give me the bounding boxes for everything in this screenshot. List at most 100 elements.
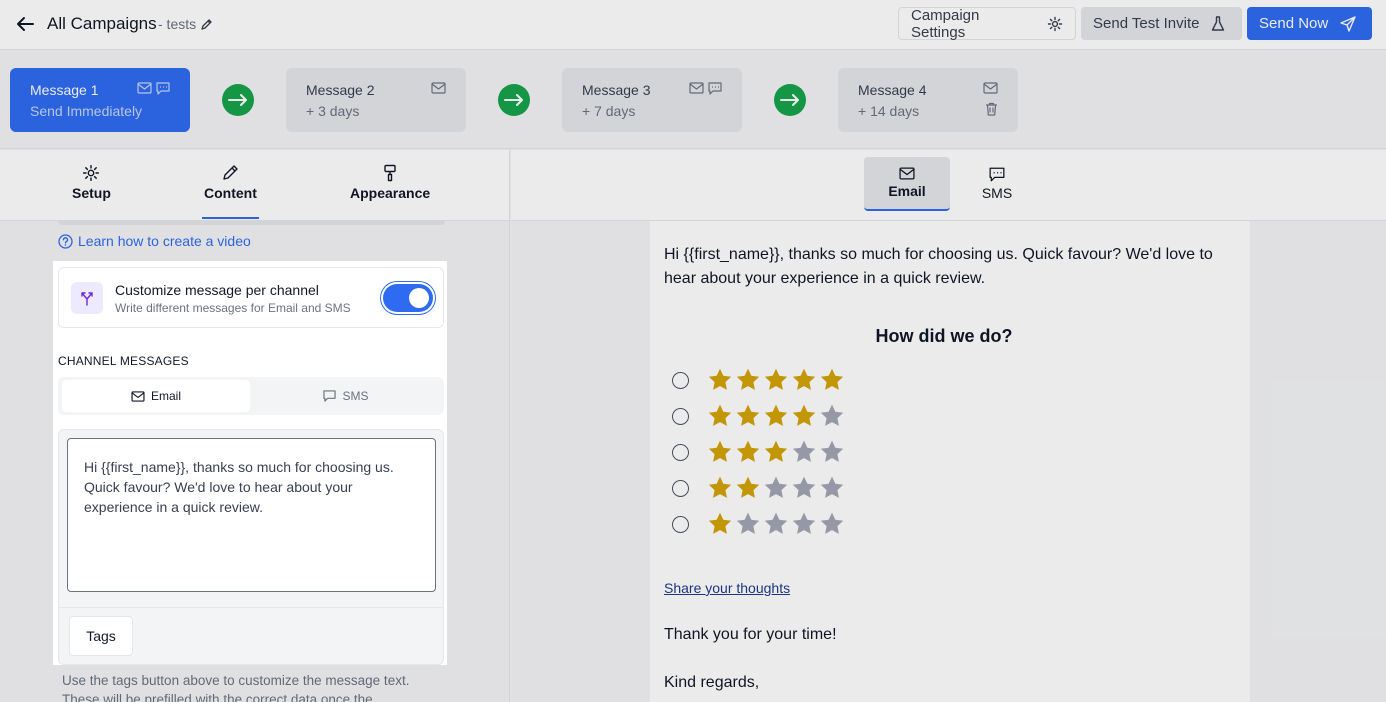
- trash-icon[interactable]: [985, 102, 998, 116]
- rating-option-5[interactable]: [672, 368, 845, 392]
- message-card-2[interactable]: Message 2 + 3 days: [286, 68, 466, 132]
- star-icon: [820, 404, 844, 426]
- star-icon: [708, 476, 732, 498]
- message-card-3[interactable]: Message 3 + 7 days: [562, 68, 742, 132]
- star-icon: [708, 440, 732, 462]
- rating-radio[interactable]: [672, 515, 689, 533]
- star-group: [707, 403, 845, 429]
- star-icon: [764, 476, 788, 498]
- preview-intro-text: Hi {{first_name}}, thanks so much for ch…: [664, 246, 1213, 287]
- star-icon: [764, 512, 788, 534]
- message-sequence: Message 1 Send Immediately Message 2 + 3…: [0, 51, 1386, 149]
- star-icon: [736, 476, 760, 498]
- customize-title: Customize message per channel: [115, 282, 319, 298]
- star-icon: [792, 440, 816, 462]
- star-icon: [792, 476, 816, 498]
- rating-radio[interactable]: [672, 443, 689, 461]
- message-card-1[interactable]: Message 1 Send Immediately: [10, 68, 190, 132]
- channel-tab-sms[interactable]: SMS: [252, 380, 440, 412]
- campaign-settings-button[interactable]: Campaign Settings: [898, 7, 1076, 41]
- preview-panel: Email SMS Hi {{first_name}}, thanks so m…: [511, 150, 1386, 702]
- pencil-icon[interactable]: [200, 18, 213, 31]
- tab-content[interactable]: Content: [202, 164, 259, 219]
- customize-per-channel-card: Customize message per channel Write diff…: [58, 267, 444, 328]
- customize-toggle[interactable]: [383, 284, 433, 312]
- star-icon: [708, 368, 732, 390]
- tags-button[interactable]: Tags: [69, 616, 133, 656]
- rating-option-2[interactable]: [672, 476, 845, 500]
- send-test-invite-button[interactable]: Send Test Invite: [1081, 7, 1242, 40]
- send-test-label: Send Test Invite: [1093, 15, 1200, 32]
- preview-thanks: Thank you for your time!: [664, 626, 837, 643]
- arrow-right-icon: [222, 84, 254, 116]
- star-icon: [736, 404, 760, 426]
- help-circle-icon: [58, 233, 73, 249]
- chat-icon: [323, 390, 337, 402]
- mail-icon: [131, 390, 145, 402]
- channel-switcher: Email SMS: [58, 377, 444, 415]
- channel-tab-sms-label: SMS: [342, 389, 369, 403]
- chat-icon: [708, 82, 722, 95]
- rating-radio[interactable]: [672, 371, 689, 389]
- mail-icon: [137, 82, 152, 95]
- send-now-label: Send Now: [1259, 15, 1329, 32]
- page-title[interactable]: All Campaigns: [47, 14, 157, 34]
- star-icon: [764, 404, 788, 426]
- star-icon: [708, 404, 732, 426]
- tab-content-label: Content: [204, 185, 257, 201]
- send-now-button[interactable]: Send Now: [1247, 7, 1372, 40]
- message-card-4[interactable]: Message 4 + 14 days: [838, 68, 1018, 132]
- star-icon: [736, 368, 760, 390]
- star-icon: [708, 512, 732, 534]
- mail-icon: [899, 167, 915, 180]
- preview-regards: Kind regards,: [664, 674, 760, 691]
- star-group: [707, 439, 845, 465]
- rating-radio[interactable]: [672, 407, 689, 425]
- tab-appearance[interactable]: Appearance: [350, 164, 430, 201]
- star-icon: [792, 512, 816, 534]
- rating-option-4[interactable]: [672, 404, 845, 428]
- gear-icon: [82, 164, 100, 182]
- preview-tab-sms-label: SMS: [981, 185, 1013, 201]
- star-icon: [792, 368, 816, 390]
- message-textarea[interactable]: Hi {{first_name}}, thanks so much for ch…: [67, 438, 436, 592]
- tags-help-text: Use the tags button above to customize t…: [62, 673, 410, 702]
- mail-icon: [689, 82, 704, 95]
- message-title: Message 2: [306, 82, 375, 98]
- star-icon: [736, 440, 760, 462]
- message-editor: Hi {{first_name}}, thanks so much for ch…: [58, 429, 444, 665]
- email-preview: Hi {{first_name}}, thanks so much for ch…: [650, 221, 1250, 702]
- share-thoughts-link[interactable]: Share your thoughts: [664, 580, 790, 596]
- channel-tab-email[interactable]: Email: [62, 380, 250, 412]
- gear-icon: [1047, 16, 1063, 32]
- channel-message-section: Customize message per channel Write diff…: [53, 261, 447, 665]
- preview-tab-sms[interactable]: SMS: [954, 157, 1040, 211]
- star-group: [707, 475, 845, 501]
- arrow-right-icon: [774, 84, 806, 116]
- preview-tab-email-label: Email: [888, 183, 926, 199]
- mail-icon: [983, 82, 998, 94]
- toggle-knob: [409, 288, 429, 308]
- message-timing: + 7 days: [582, 103, 636, 119]
- rating-option-3[interactable]: [672, 440, 845, 464]
- back-arrow-icon[interactable]: [14, 13, 36, 35]
- star-icon: [764, 368, 788, 390]
- arrow-right-icon: [498, 84, 530, 116]
- mail-icon: [431, 82, 446, 94]
- customize-subtitle: Write different messages for Email and S…: [115, 301, 351, 315]
- star-icon: [820, 440, 844, 462]
- previous-section-edge: [58, 221, 445, 225]
- preview-tabs: Email SMS: [511, 150, 1386, 221]
- rating-radio[interactable]: [672, 479, 689, 497]
- channel-messages-heading: CHANNEL MESSAGES: [58, 354, 189, 368]
- tab-setup[interactable]: Setup: [72, 164, 111, 201]
- paint-roller-icon: [381, 164, 399, 182]
- learn-video-link[interactable]: Learn how to create a video: [58, 233, 251, 249]
- learn-video-link-text: Learn how to create a video: [78, 233, 251, 249]
- star-icon: [736, 512, 760, 534]
- message-timing: + 3 days: [306, 103, 360, 119]
- preview-tab-email[interactable]: Email: [864, 157, 950, 211]
- channel-tab-email-label: Email: [150, 389, 181, 403]
- rating-option-1[interactable]: [672, 512, 845, 536]
- paper-plane-icon: [1340, 15, 1356, 32]
